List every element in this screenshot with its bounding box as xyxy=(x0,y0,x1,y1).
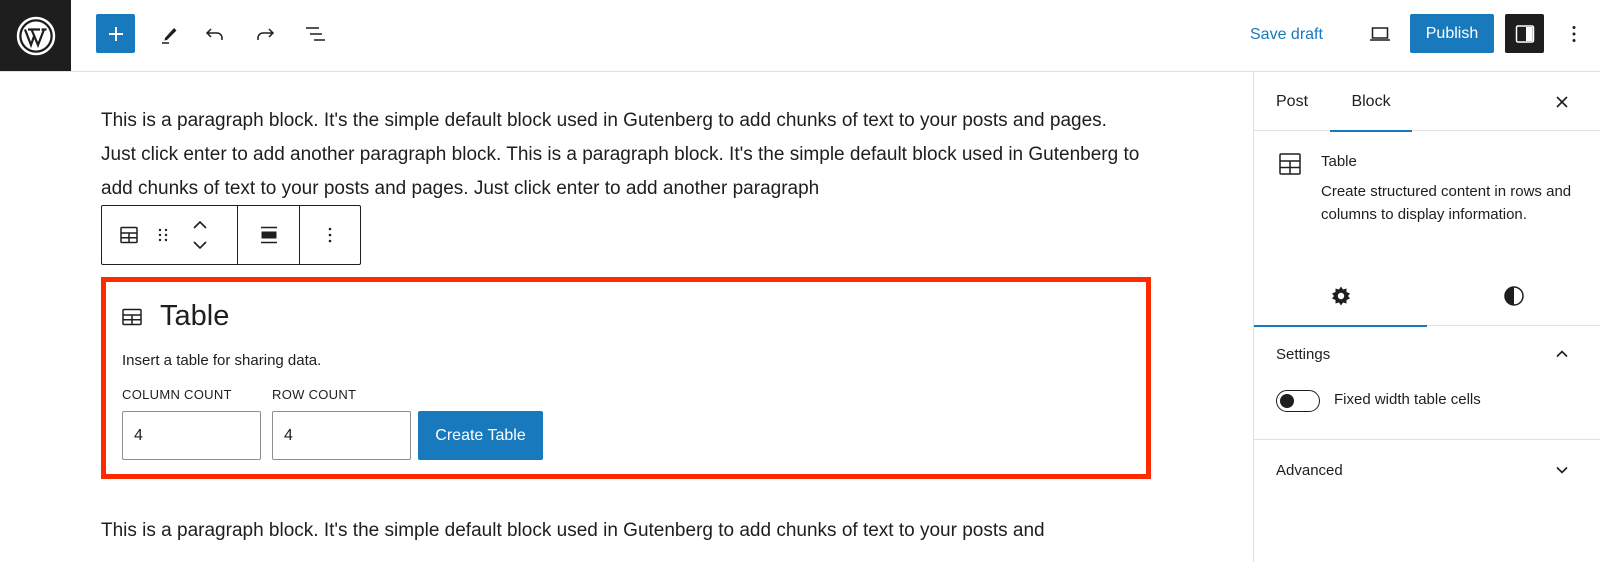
row-count-input[interactable] xyxy=(272,411,411,460)
wordpress-icon xyxy=(16,16,55,55)
chevron-down-icon xyxy=(1556,466,1568,474)
plus-icon xyxy=(108,26,123,41)
more-vertical-icon xyxy=(328,227,332,243)
block-card-description: Create structured content in rows and co… xyxy=(1321,183,1572,223)
preview-button[interactable] xyxy=(1362,16,1398,52)
toggle-knob xyxy=(1280,394,1294,408)
tab-block-styles[interactable] xyxy=(1427,265,1600,326)
move-up-button[interactable] xyxy=(185,215,215,235)
chevron-up-icon xyxy=(193,220,207,229)
block-inserter-button[interactable] xyxy=(96,14,135,53)
editor-canvas: This is a paragraph block. It's the simp… xyxy=(0,72,1253,562)
redo-button[interactable] xyxy=(247,16,283,52)
wordpress-logo[interactable] xyxy=(0,0,71,71)
settings-panel-toggle[interactable]: Settings xyxy=(1276,346,1330,363)
block-toolbar xyxy=(101,205,361,265)
block-card-icon xyxy=(1278,152,1302,181)
gear-icon xyxy=(1331,286,1350,305)
settings-panel-chevron[interactable] xyxy=(1544,336,1580,372)
block-toolbar-group-align xyxy=(238,206,300,264)
block-mover xyxy=(178,215,222,255)
undo-icon xyxy=(205,28,223,40)
paragraph-block[interactable]: This is a paragraph block. It's the simp… xyxy=(101,514,1141,548)
align-button[interactable] xyxy=(249,215,289,255)
chevron-down-icon xyxy=(193,241,207,250)
contrast-icon xyxy=(1503,285,1524,306)
tab-block[interactable]: Block xyxy=(1330,72,1412,132)
align-wide-icon xyxy=(260,226,277,244)
settings-sidebar-toggle[interactable] xyxy=(1505,14,1544,53)
document-overview-button[interactable] xyxy=(297,16,333,52)
placeholder-header: Table xyxy=(120,300,229,333)
table-icon xyxy=(120,226,138,244)
table-block-placeholder: Table Insert a table for sharing data. C… xyxy=(101,277,1151,479)
undo-button[interactable] xyxy=(197,16,233,52)
editor-header: Save draft Publish xyxy=(0,0,1600,72)
redo-icon xyxy=(257,28,275,40)
column-count-label: COLUMN COUNT xyxy=(122,387,232,402)
inspector-tabs xyxy=(1254,265,1600,327)
block-type-button[interactable] xyxy=(110,215,148,255)
drag-handle[interactable] xyxy=(148,215,178,255)
fixed-width-cells-label[interactable]: Fixed width table cells xyxy=(1334,391,1481,408)
block-toolbar-group-options xyxy=(300,206,360,264)
close-sidebar-button[interactable] xyxy=(1544,84,1580,120)
more-vertical-icon xyxy=(1572,26,1576,42)
paragraph-block[interactable]: This is a paragraph block. It's the simp… xyxy=(101,104,1141,206)
advanced-panel: Advanced xyxy=(1254,440,1600,504)
desktop-preview-icon xyxy=(1370,27,1390,41)
block-options-button[interactable] xyxy=(310,215,350,255)
column-count-input[interactable] xyxy=(122,411,261,460)
publish-button[interactable]: Publish xyxy=(1410,14,1494,53)
advanced-panel-toggle[interactable]: Advanced xyxy=(1276,462,1343,479)
tab-block-settings[interactable] xyxy=(1254,265,1427,327)
table-icon xyxy=(122,308,142,325)
table-icon xyxy=(1279,153,1301,175)
settings-panel: Settings Fixed width table cells xyxy=(1254,327,1600,440)
close-icon xyxy=(1556,96,1568,108)
pencil-icon xyxy=(162,28,177,44)
settings-sidebar: Post Block Table Create structured conte… xyxy=(1253,72,1600,562)
options-menu-button[interactable] xyxy=(1556,16,1592,52)
sidebar-tabs: Post Block xyxy=(1254,72,1600,132)
tools-button[interactable] xyxy=(152,16,188,52)
list-view-icon xyxy=(306,27,325,41)
move-down-button[interactable] xyxy=(185,235,215,255)
fixed-width-cells-toggle[interactable] xyxy=(1276,390,1320,412)
placeholder-title: Table xyxy=(160,300,230,332)
chevron-up-icon xyxy=(1556,350,1568,358)
create-table-button[interactable]: Create Table xyxy=(418,411,543,460)
sidebar-toggle-icon xyxy=(1515,24,1534,43)
placeholder-description: Insert a table for sharing data. xyxy=(122,352,322,369)
tab-post[interactable]: Post xyxy=(1276,72,1326,131)
block-card-title: Table xyxy=(1321,153,1357,170)
advanced-panel-chevron[interactable] xyxy=(1544,452,1580,488)
block-toolbar-group-parent xyxy=(102,206,238,264)
row-count-label: ROW COUNT xyxy=(272,387,357,402)
drag-handle-icon xyxy=(158,228,168,242)
save-draft-button[interactable]: Save draft xyxy=(1250,22,1323,48)
